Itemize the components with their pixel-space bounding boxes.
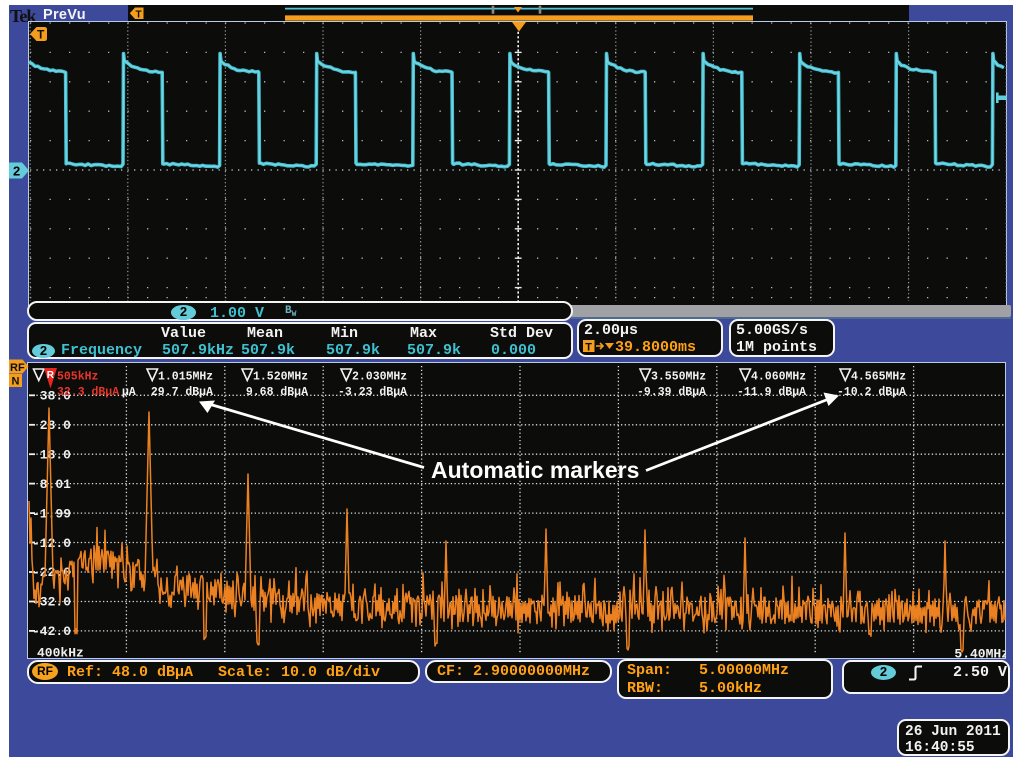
svg-text:5.40MHz: 5.40MHz <box>954 647 1006 660</box>
svg-text:8.01: 8.01 <box>40 477 71 492</box>
svg-text:18.0: 18.0 <box>40 447 71 462</box>
svg-text:µA: µA <box>122 386 136 399</box>
svg-text:4.060MHz: 4.060MHz <box>751 371 806 384</box>
svg-text:2.030MHz: 2.030MHz <box>352 371 407 384</box>
svg-text:4.565MHz: 4.565MHz <box>851 371 906 384</box>
svg-text:28.0: 28.0 <box>40 418 71 433</box>
svg-text:T: T <box>585 342 592 354</box>
svg-text:505kHz: 505kHz <box>57 371 99 384</box>
svg-text:-42.0: -42.0 <box>32 624 71 639</box>
svg-text:Automatic markers: Automatic markers <box>431 457 639 483</box>
svg-text:2: 2 <box>13 164 20 179</box>
svg-text:-11.9 dBµA: -11.9 dBµA <box>737 386 806 399</box>
svg-text:32.3 dBµA: 32.3 dBµA <box>57 386 119 399</box>
svg-text:29.7 dBµA: 29.7 dBµA <box>151 386 213 399</box>
svg-text:9.68 dBµA: 9.68 dBµA <box>246 386 308 399</box>
svg-text:T: T <box>37 28 45 42</box>
svg-text:1.015MHz: 1.015MHz <box>158 371 213 384</box>
svg-text:-9.39 dBµA: -9.39 dBµA <box>637 386 706 399</box>
svg-text:-3.23 dBµA: -3.23 dBµA <box>338 386 407 399</box>
svg-text:3.550MHz: 3.550MHz <box>651 371 706 384</box>
svg-text:-10.2 dBµA: -10.2 dBµA <box>837 386 906 399</box>
svg-text:1.520MHz: 1.520MHz <box>253 371 308 384</box>
svg-text:N: N <box>12 376 20 388</box>
svg-text:T: T <box>136 10 142 21</box>
svg-text:400kHz: 400kHz <box>37 646 84 660</box>
svg-text:RF: RF <box>10 362 25 374</box>
svg-text:R: R <box>47 370 55 381</box>
